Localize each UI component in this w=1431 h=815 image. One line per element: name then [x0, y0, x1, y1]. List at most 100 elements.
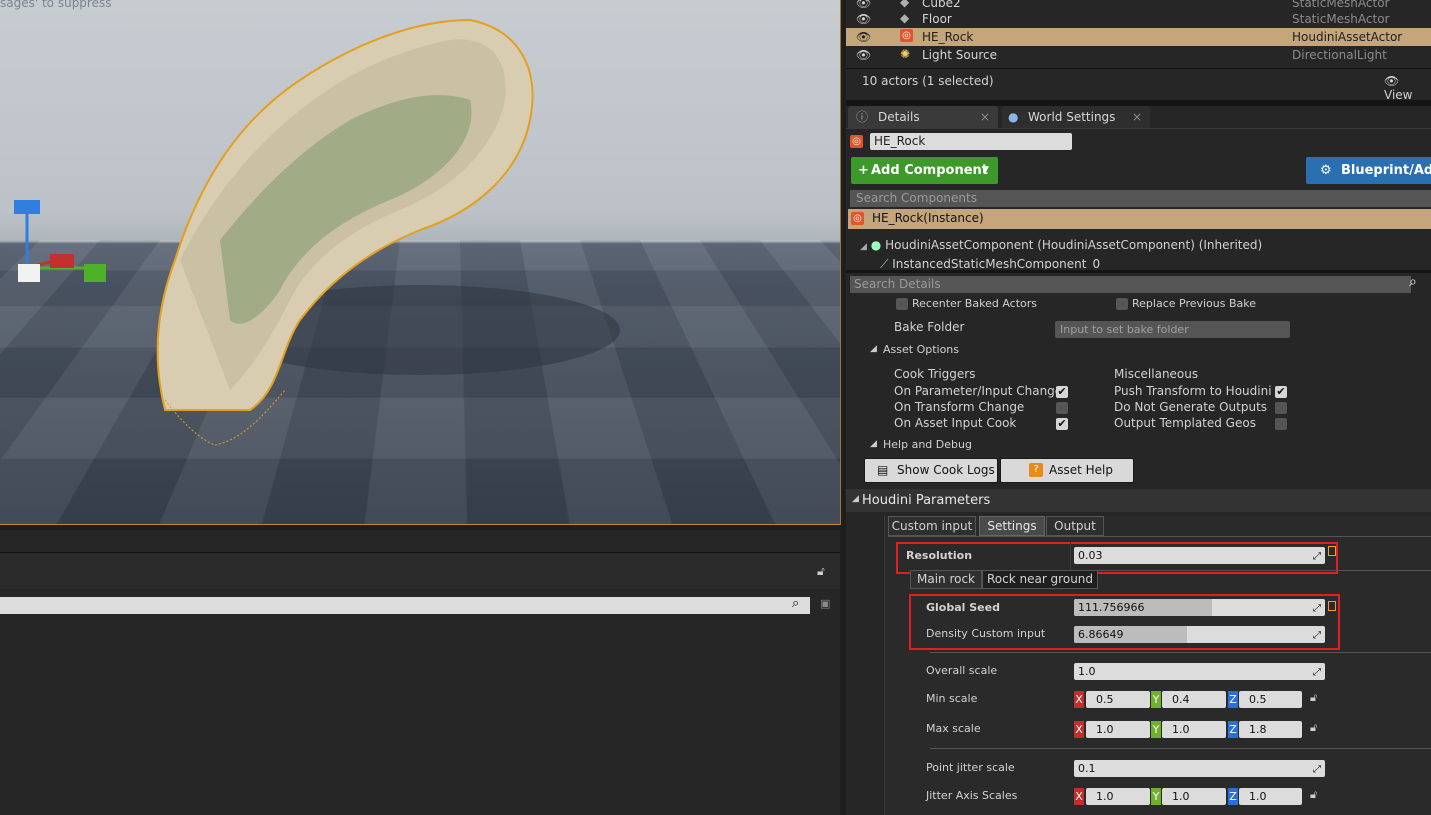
show-cook-logs-button[interactable]: ▤ Show Cook Logs — [864, 458, 998, 483]
divider — [1070, 542, 1071, 570]
expand-arrow-icon: ⤢ — [1313, 667, 1321, 678]
on-transform-change-checkbox[interactable] — [1056, 402, 1068, 414]
min-scale-y-field[interactable]: 0.4 — [1162, 691, 1226, 708]
view-options-button[interactable]: 👁︎ View — [1384, 74, 1431, 102]
push-transform-checkbox[interactable]: ✔ — [1275, 386, 1287, 398]
search-details-input[interactable]: Search Details — [850, 276, 1411, 293]
min-scale-z-field[interactable]: 0.5 — [1239, 691, 1302, 708]
search-components-input[interactable]: Search Components — [850, 190, 1431, 207]
lock-icon[interactable]: 🔓︎ — [1310, 788, 1317, 802]
outliner-row-he-rock[interactable]: 👁︎ ◎ HE_Rock HoudiniAssetActor — [846, 28, 1431, 46]
reset-icon[interactable] — [1328, 546, 1336, 556]
on-parameter-change-label: On Parameter/Input Change — [894, 384, 1063, 398]
jitter-axis-y-field[interactable]: 1.0 — [1162, 788, 1226, 805]
collapse-arrow-icon[interactable]: ◢ — [870, 344, 877, 354]
collapse-arrow-icon: ◢ — [852, 494, 859, 504]
tab-settings[interactable]: Settings — [979, 516, 1045, 536]
component-tree-item[interactable]: ◢ ● HoudiniAssetComponent (HoudiniAssetC… — [860, 238, 1262, 252]
help-debug-header[interactable]: Help and Debug — [883, 438, 972, 451]
add-component-button[interactable]: + Add Component ▼ — [851, 157, 998, 184]
density-label: Density Custom input — [926, 627, 1046, 640]
axis-y-label: Y — [1151, 721, 1161, 738]
asset-help-button[interactable]: ? Asset Help — [1000, 458, 1134, 483]
min-scale-x-field[interactable]: 0.5 — [1086, 691, 1150, 708]
max-scale-z-field[interactable]: 1.8 — [1239, 721, 1302, 738]
splitter[interactable] — [846, 270, 1431, 273]
level-viewport[interactable]: sages' to suppress — [0, 0, 841, 525]
tab-custom-input[interactable]: Custom input — [888, 516, 976, 536]
do-not-generate-outputs-label: Do Not Generate Outputs — [1114, 400, 1268, 414]
resolution-field[interactable]: 0.03 ⤢ — [1074, 547, 1325, 564]
visibility-eye-icon[interactable]: 👁︎ — [856, 30, 871, 44]
bake-folder-input[interactable]: Input to set bake folder — [1055, 321, 1290, 338]
on-asset-input-cook-checkbox[interactable]: ✔ — [1056, 418, 1068, 430]
reset-icon[interactable] — [1328, 601, 1336, 611]
point-jitter-scale-label: Point jitter scale — [926, 761, 1015, 774]
expand-arrow-icon: ⤢ — [1313, 630, 1321, 641]
component-label: HoudiniAssetComponent (HoudiniAssetCompo… — [885, 238, 1263, 252]
blueprint-button[interactable]: ⚙ Blueprint/Add — [1306, 157, 1431, 184]
replace-previous-bake-label: Replace Previous Bake — [1132, 297, 1257, 310]
help-icon: ? — [1029, 463, 1043, 477]
lock-icon[interactable]: 🔓︎ — [1310, 691, 1317, 705]
asset-options-header[interactable]: Asset Options — [883, 343, 959, 356]
actor-name: HE_Rock — [922, 30, 974, 44]
asset-help-label: Asset Help — [1049, 463, 1113, 477]
blueprint-label: Blueprint/Add — [1341, 163, 1431, 178]
axis-y-label: Y — [1151, 788, 1161, 805]
search-icon[interactable]: ⌕ — [792, 596, 799, 611]
global-seed-field[interactable]: 111.756966 ⤢ — [1074, 599, 1325, 616]
recenter-baked-actors-checkbox[interactable] — [896, 298, 908, 310]
collapse-arrow-icon[interactable]: ◢ — [870, 439, 877, 449]
houdini-parameters-header[interactable]: ◢ Houdini Parameters — [846, 489, 1431, 512]
close-icon[interactable]: × — [1132, 106, 1142, 128]
search-icon[interactable]: ⌕ — [1409, 274, 1417, 290]
component-tree-item[interactable]: ⟋ InstancedStaticMeshComponent_0 — [880, 257, 1180, 269]
output-templated-geos-checkbox[interactable] — [1275, 418, 1287, 430]
jitter-axis-x-field[interactable]: 1.0 — [1086, 788, 1150, 805]
rock-asset-render[interactable] — [0, 0, 840, 524]
max-scale-x-field[interactable]: 1.0 — [1086, 721, 1150, 738]
push-transform-label: Push Transform to Houdini — [1114, 384, 1272, 398]
axis-z-label: Z — [1228, 691, 1238, 708]
blueprint-gear-icon: ⚙ — [1320, 163, 1332, 178]
lock-icon[interactable]: 🔓︎ — [817, 564, 825, 579]
actor-name: Cube2 — [922, 0, 961, 10]
point-jitter-scale-field[interactable]: 0.1 ⤢ — [1074, 760, 1325, 777]
search-input[interactable] — [0, 597, 810, 614]
static-mesh-icon: ◆ — [900, 0, 910, 9]
max-scale-y-field[interactable]: 1.0 — [1162, 721, 1226, 738]
tab-output[interactable]: Output — [1046, 516, 1104, 536]
density-field[interactable]: 6.86649 ⤢ — [1074, 626, 1325, 643]
bake-folder-label: Bake Folder — [894, 320, 965, 334]
show-cook-logs-label: Show Cook Logs — [897, 463, 995, 477]
lock-icon[interactable]: 🔓︎ — [1310, 721, 1317, 735]
visibility-eye-icon[interactable]: 👁︎ — [856, 48, 871, 62]
actor-name-field[interactable]: HE_Rock — [870, 133, 1072, 150]
on-parameter-change-checkbox[interactable]: ✔ — [1056, 386, 1068, 398]
overall-scale-field[interactable]: 1.0 ⤢ — [1074, 663, 1325, 680]
houdini-parameters-title: Houdini Parameters — [862, 493, 991, 508]
instance-label: HE_Rock(Instance) — [872, 211, 984, 225]
replace-previous-bake-checkbox[interactable] — [1116, 298, 1128, 310]
close-icon[interactable]: × — [980, 106, 990, 128]
axis-x-label: X — [1074, 788, 1084, 805]
jitter-axis-scales-label: Jitter Axis Scales — [926, 789, 1018, 802]
tab-details[interactable]: ⓘ Details × — [848, 106, 998, 128]
visibility-eye-icon[interactable]: 👁︎ — [856, 12, 871, 26]
save-icon[interactable]: ▣ — [820, 597, 830, 610]
component-instance-row[interactable]: ◎ HE_Rock(Instance) — [848, 209, 1431, 229]
max-scale-label: Max scale — [926, 722, 981, 735]
houdini-icon: ◎ — [850, 135, 863, 148]
subtab-rock-near-ground[interactable]: Rock near ground — [982, 570, 1098, 589]
actor-type: HoudiniAssetActor — [1292, 30, 1403, 44]
outliner-row-light-source[interactable]: 👁︎ ✺ Light Source DirectionalLight — [846, 46, 1431, 64]
cook-triggers-header: Cook Triggers — [894, 367, 976, 381]
subtab-main-rock[interactable]: Main rock — [910, 570, 982, 589]
visibility-eye-icon[interactable]: 👁︎ — [856, 0, 871, 10]
jitter-axis-z-field[interactable]: 1.0 — [1239, 788, 1302, 805]
outliner-row-floor[interactable]: 👁︎ ◆ Floor StaticMeshActor — [846, 10, 1431, 28]
do-not-generate-outputs-checkbox[interactable] — [1275, 402, 1287, 414]
tab-world-settings[interactable]: ● World Settings × — [1002, 106, 1150, 128]
add-component-label: Add Component — [871, 163, 988, 178]
